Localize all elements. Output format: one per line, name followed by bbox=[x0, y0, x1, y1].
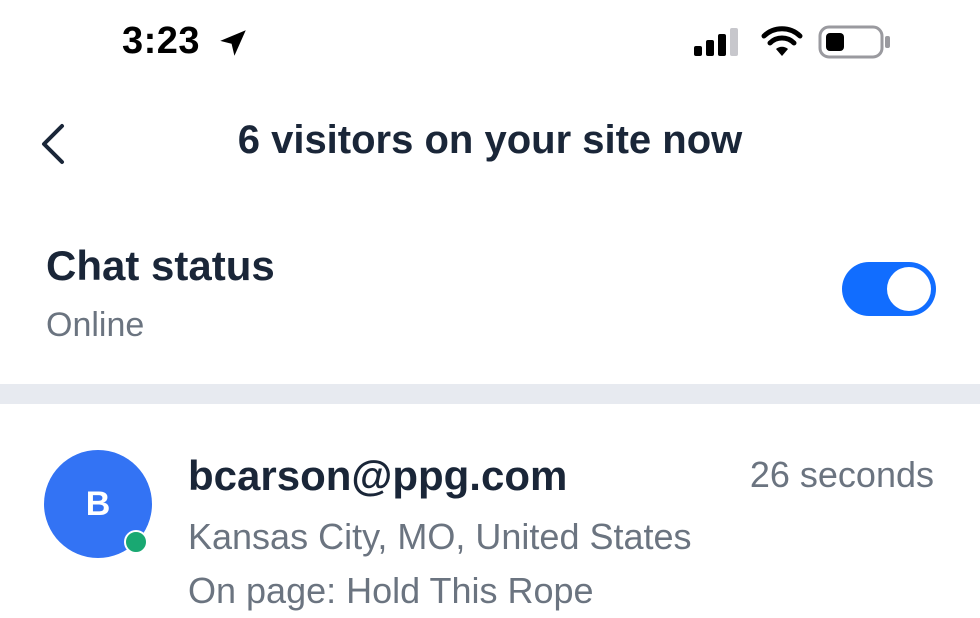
location-arrow-icon bbox=[220, 30, 246, 56]
toggle-knob bbox=[887, 267, 931, 311]
visitor-current-page: On page: Hold This Rope bbox=[188, 570, 594, 611]
status-bar: 3:23 bbox=[0, 0, 980, 86]
visitor-location: Kansas City, MO, United States bbox=[188, 516, 692, 557]
visitor-time-ago: 26 seconds bbox=[749, 454, 934, 495]
wifi-icon bbox=[761, 26, 803, 56]
page-title: 6 visitors on your site now bbox=[237, 118, 743, 162]
visitor-list-item[interactable]: B bcarson@ppg.com 26 seconds Kansas City… bbox=[0, 404, 980, 618]
chat-status-toggle[interactable] bbox=[842, 262, 936, 316]
section-divider bbox=[0, 384, 980, 404]
status-time: 3:23 bbox=[122, 20, 201, 62]
visitor-email: bcarson@ppg.com bbox=[188, 452, 568, 499]
chat-status-value: Online bbox=[46, 306, 145, 344]
cellular-signal-icon bbox=[694, 28, 738, 56]
chat-status-title: Chat status bbox=[46, 242, 275, 289]
battery-icon bbox=[818, 25, 890, 59]
header: 6 visitors on your site now bbox=[0, 96, 980, 196]
online-status-dot bbox=[124, 530, 148, 554]
chat-status-section: Chat status Online bbox=[0, 230, 980, 360]
